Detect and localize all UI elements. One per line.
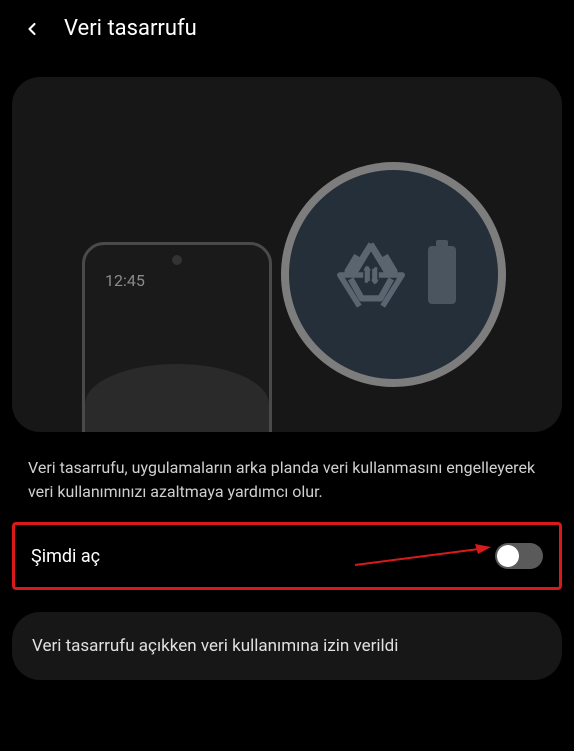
toggle-knob: [497, 545, 519, 567]
allowlist-label: Veri tasarrufu açıkken veri kullanımına …: [32, 636, 542, 656]
phone-wallpaper-wave: [85, 364, 269, 432]
phone-time: 12:45: [105, 271, 145, 290]
allowlist-row[interactable]: Veri tasarrufu açıkken veri kullanımına …: [12, 612, 562, 680]
enable-now-label: Şimdi aç: [31, 546, 100, 567]
annotation-arrow-icon: [351, 543, 491, 569]
header: Veri tasarrufu: [0, 0, 574, 57]
illustration-card: 12:45: [12, 77, 562, 432]
phone-notch: [172, 255, 182, 265]
enable-now-row[interactable]: Şimdi aç: [12, 522, 562, 590]
enable-now-toggle[interactable]: [495, 543, 543, 569]
feature-description: Veri tasarrufu, uygulamaların arka pland…: [0, 432, 574, 522]
page-title: Veri tasarrufu: [64, 16, 197, 41]
battery-icon: [428, 246, 456, 304]
phone-mockup: 12:45: [82, 242, 272, 432]
magnifier-zoom: [281, 162, 506, 387]
data-saver-recycle-icon: [332, 236, 410, 314]
back-icon[interactable]: [20, 17, 44, 41]
